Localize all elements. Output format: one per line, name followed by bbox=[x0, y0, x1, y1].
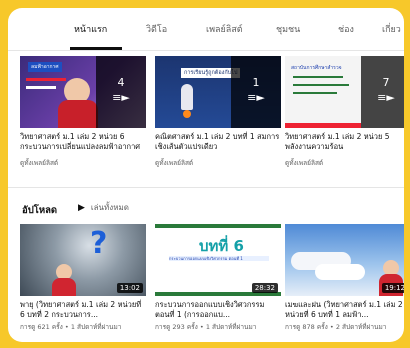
tab-about[interactable]: เกี่ยว bbox=[382, 22, 401, 36]
video-title[interactable]: พายุ (วิทยาศาสตร์ ม.1 เล่ม 2 หน่วยที่ 6 … bbox=[20, 300, 146, 319]
thumbnail-label: ลมฟ้าอากาศ bbox=[28, 62, 62, 72]
thumbnail-heading: บทที่ 6 bbox=[199, 237, 244, 255]
video-meta: การดู 878 ครั้ง • 2 สัปดาห์ที่ผ่านมา bbox=[285, 323, 387, 331]
thumbnail-band bbox=[285, 123, 361, 128]
video-duration: 19:12 bbox=[381, 283, 404, 293]
rocket-icon bbox=[181, 84, 193, 110]
playlist-count-overlay: 1 ≡► bbox=[231, 56, 281, 128]
video-title[interactable]: กระบวนการออกแบบเชิงวิศวกรรม ตอนที่ 1 (กา… bbox=[155, 300, 281, 319]
playlist-thumbnail[interactable]: สถาบันการศึกษาสำรวจ 7 ≡► bbox=[285, 56, 404, 128]
thumbnail-stripe bbox=[26, 78, 66, 81]
cloud-shape bbox=[315, 264, 365, 280]
playlist-count-overlay: 7 ≡► bbox=[361, 56, 404, 128]
video-duration: 28:32 bbox=[251, 283, 278, 293]
playlist-title[interactable]: วิทยาศาสตร์ ม.1 เล่ม 2 หน่วย 5 พลังงานคว… bbox=[285, 132, 404, 151]
playlist-icon: ≡► bbox=[112, 91, 130, 104]
tab-playlists[interactable]: เพลย์ลิสต์ bbox=[206, 22, 243, 36]
video-duration: 13:02 bbox=[116, 283, 143, 293]
playlist-thumbnail[interactable]: การเรียนรู้ถูกต้องกับไป 1 ≡► bbox=[155, 56, 281, 128]
playlist-video-count: 1 bbox=[252, 76, 260, 89]
uploads-section-title[interactable]: อัปโหลด bbox=[22, 203, 57, 218]
question-mark-icon: ? bbox=[90, 226, 108, 261]
tab-channels[interactable]: ช่อง bbox=[338, 22, 354, 36]
tab-videos[interactable]: วิดีโอ bbox=[146, 22, 167, 36]
video-thumbnail[interactable]: ? 13:02 bbox=[20, 224, 146, 296]
view-playlist-link[interactable]: ดูทั้งเพลย์ลิสต์ bbox=[155, 158, 281, 168]
video-title[interactable]: เมฆและฝน (วิทยาศาสตร์ ม.1 เล่ม 2 หน่วยที… bbox=[285, 300, 404, 319]
playlist-card[interactable]: ลมฟ้าอากาศ 4 ≡► วิทยาศาสตร์ ม.1 เล่ม 2 ห… bbox=[20, 56, 146, 176]
view-playlist-link[interactable]: ดูทั้งเพลย์ลิสต์ bbox=[285, 158, 404, 168]
tab-community[interactable]: ชุมชน bbox=[276, 22, 300, 36]
playlist-icon: ≡► bbox=[247, 91, 265, 104]
presenter-body bbox=[58, 100, 98, 128]
thumbnail-stripe bbox=[293, 76, 343, 78]
video-card[interactable]: บทที่ 6 กระบวนการออกแบบเชิงวิศวกรรม ตอนท… bbox=[155, 224, 281, 342]
play-icon: ▶ bbox=[78, 203, 85, 213]
playlist-title[interactable]: คณิตศาสตร์ ม.1 เล่ม 2 บทที่ 1 สมการเชิงเ… bbox=[155, 132, 281, 151]
active-tab-indicator bbox=[70, 47, 122, 50]
video-thumbnail[interactable]: 19:12 bbox=[285, 224, 404, 296]
view-playlist-link[interactable]: ดูทั้งเพลย์ลิสต์ bbox=[20, 158, 146, 168]
playlist-video-count: 7 bbox=[382, 76, 390, 89]
thumbnail-stripe bbox=[26, 86, 56, 89]
thumbnail-subheading: กระบวนการออกแบบเชิงวิศวกรรม ตอนที่ 1 bbox=[169, 256, 269, 261]
playlist-card[interactable]: สถาบันการศึกษาสำรวจ 7 ≡► วิทยาศาสตร์ ม.1… bbox=[285, 56, 404, 176]
playlist-title[interactable]: วิทยาศาสตร์ ม.1 เล่ม 2 หน่วย 6 กระบวนการ… bbox=[20, 132, 146, 151]
channel-page: หน้าแรก วิดีโอ เพลย์ลิสต์ ชุมชน ช่อง เกี… bbox=[8, 8, 404, 342]
video-card[interactable]: 19:12 เมฆและฝน (วิทยาศาสตร์ ม.1 เล่ม 2 ห… bbox=[285, 224, 404, 342]
playlist-video-count: 4 bbox=[117, 76, 125, 89]
thumbnail-label: สถาบันการศึกษาสำรวจ bbox=[291, 65, 342, 71]
channel-tabs: หน้าแรก วิดีโอ เพลย์ลิสต์ ชุมชน ช่อง เกี… bbox=[8, 8, 404, 51]
thumbnail-stripe bbox=[293, 92, 337, 94]
thumbnail-stripe bbox=[293, 84, 349, 86]
thumbnail-band bbox=[155, 224, 281, 228]
playlist-icon: ≡► bbox=[377, 91, 395, 104]
video-thumbnail[interactable]: บทที่ 6 กระบวนการออกแบบเชิงวิศวกรรม ตอนท… bbox=[155, 224, 281, 296]
playlist-count-overlay: 4 ≡► bbox=[96, 56, 146, 128]
video-card[interactable]: ? 13:02 พายุ (วิทยาศาสตร์ ม.1 เล่ม 2 หน่… bbox=[20, 224, 146, 342]
play-all-button[interactable]: ▶ เล่นทั้งหมด bbox=[78, 201, 129, 214]
presenter-body bbox=[52, 278, 76, 296]
tab-home[interactable]: หน้าแรก bbox=[74, 22, 107, 36]
video-meta: การดู 293 ครั้ง • 1 สัปดาห์ที่ผ่านมา bbox=[155, 323, 257, 331]
playlist-thumbnail[interactable]: ลมฟ้าอากาศ 4 ≡► bbox=[20, 56, 146, 128]
play-all-label: เล่นทั้งหมด bbox=[90, 203, 129, 212]
video-meta: การดู 621 ครั้ง • 1 สัปดาห์ที่ผ่านมา bbox=[20, 323, 122, 331]
section-divider bbox=[8, 187, 404, 188]
rocket-flame bbox=[183, 110, 191, 118]
playlist-card[interactable]: การเรียนรู้ถูกต้องกับไป 1 ≡► คณิตศาสตร์ … bbox=[155, 56, 281, 176]
